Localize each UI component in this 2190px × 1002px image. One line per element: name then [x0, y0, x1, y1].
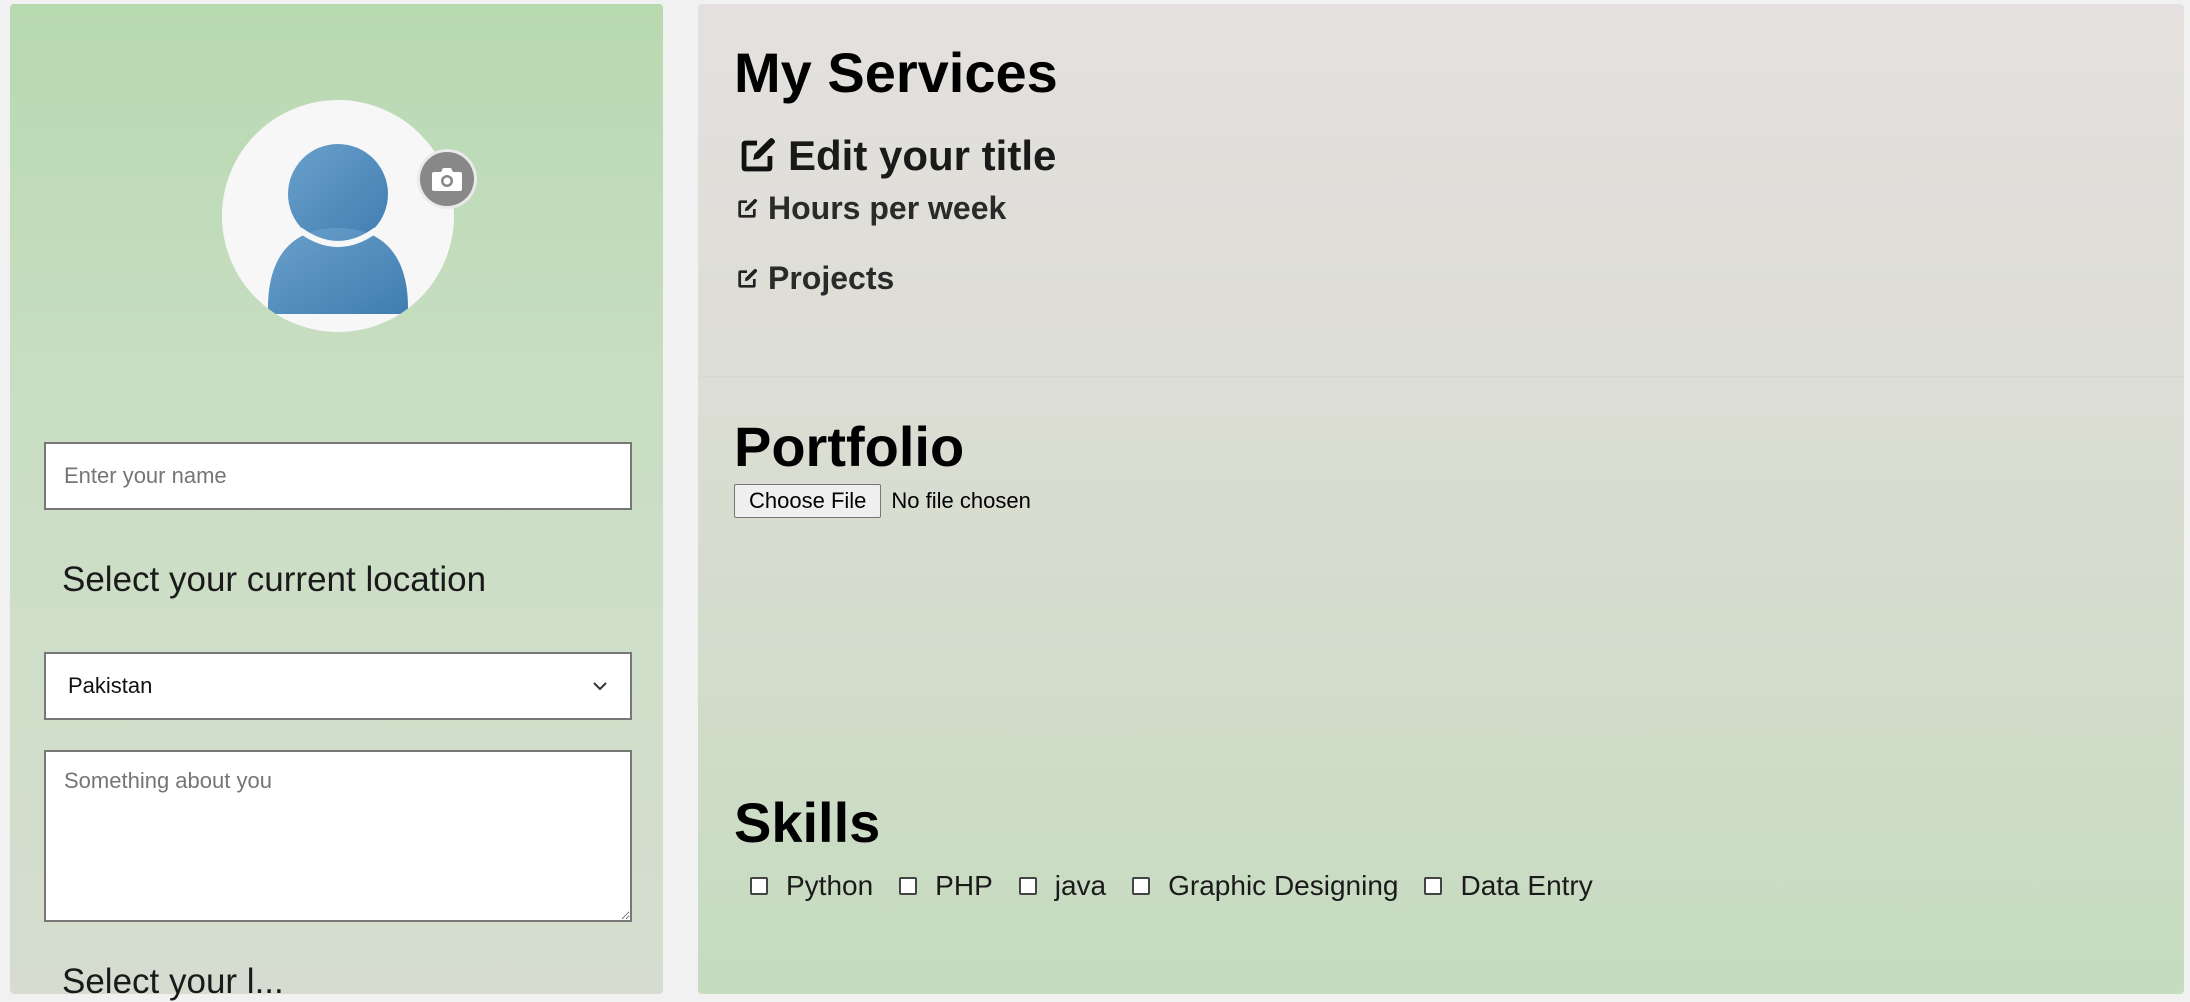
- partial-section-label: Select your l...: [62, 962, 284, 1001]
- skill-label: Python: [786, 870, 874, 901]
- portfolio-heading: Portfolio: [734, 415, 965, 478]
- edit-square-icon: [738, 268, 758, 288]
- skill-label: java: [1054, 870, 1107, 901]
- edit-projects-button[interactable]: Projects: [734, 260, 894, 297]
- skill-checkbox[interactable]: [1018, 877, 1037, 895]
- file-input[interactable]: Choose File No file chosen: [734, 484, 1031, 518]
- services-heading: My Services: [734, 41, 1058, 104]
- services-section: My Services Edit your title Hours per we…: [698, 4, 2184, 376]
- skill-checkbox[interactable]: [899, 877, 918, 895]
- skill-graphic-designing[interactable]: Graphic Designing: [1132, 870, 1398, 902]
- skills-list: Python PHP java Graphic Designing Data E…: [750, 870, 1619, 902]
- edit-hours-button[interactable]: Hours per week: [734, 190, 1006, 227]
- location-label: Select your current location: [62, 560, 487, 599]
- country-select[interactable]: Pakistan: [44, 652, 632, 720]
- file-status: No file chosen: [891, 488, 1031, 513]
- edit-square-icon: [741, 137, 776, 172]
- skill-label: PHP: [935, 870, 993, 901]
- profile-panel: Select your current location Pakistan Se…: [10, 4, 663, 1001]
- country-selected-value: Pakistan: [68, 673, 153, 698]
- camera-icon: [432, 168, 462, 191]
- edit-square-icon: [738, 198, 758, 218]
- user-silhouette-icon: [268, 144, 408, 314]
- projects-label: Projects: [768, 260, 895, 296]
- skill-java[interactable]: java: [1018, 870, 1107, 902]
- name-input[interactable]: [44, 442, 632, 510]
- skill-checkbox[interactable]: [750, 877, 768, 895]
- skill-php[interactable]: PHP: [899, 870, 993, 902]
- chevron-down-icon: [593, 682, 607, 691]
- skill-python[interactable]: Python: [750, 870, 873, 902]
- skill-checkbox[interactable]: [1424, 877, 1443, 895]
- about-textarea[interactable]: [44, 750, 632, 922]
- edit-title-button[interactable]: Edit your title: [734, 132, 1056, 180]
- skills-heading: Skills: [734, 791, 881, 854]
- avatar: [222, 100, 454, 332]
- hours-label: Hours per week: [768, 190, 1007, 226]
- skill-checkbox[interactable]: [1132, 877, 1151, 895]
- skill-label: Graphic Designing: [1168, 870, 1399, 901]
- camera-button[interactable]: [420, 152, 474, 206]
- main-panel: My Services Edit your title Hours per we…: [698, 4, 2184, 994]
- skill-label: Data Entry: [1460, 870, 1593, 901]
- edit-title-label: Edit your title: [788, 132, 1057, 179]
- skill-data-entry[interactable]: Data Entry: [1424, 870, 1593, 902]
- choose-file-button[interactable]: Choose File: [734, 484, 882, 518]
